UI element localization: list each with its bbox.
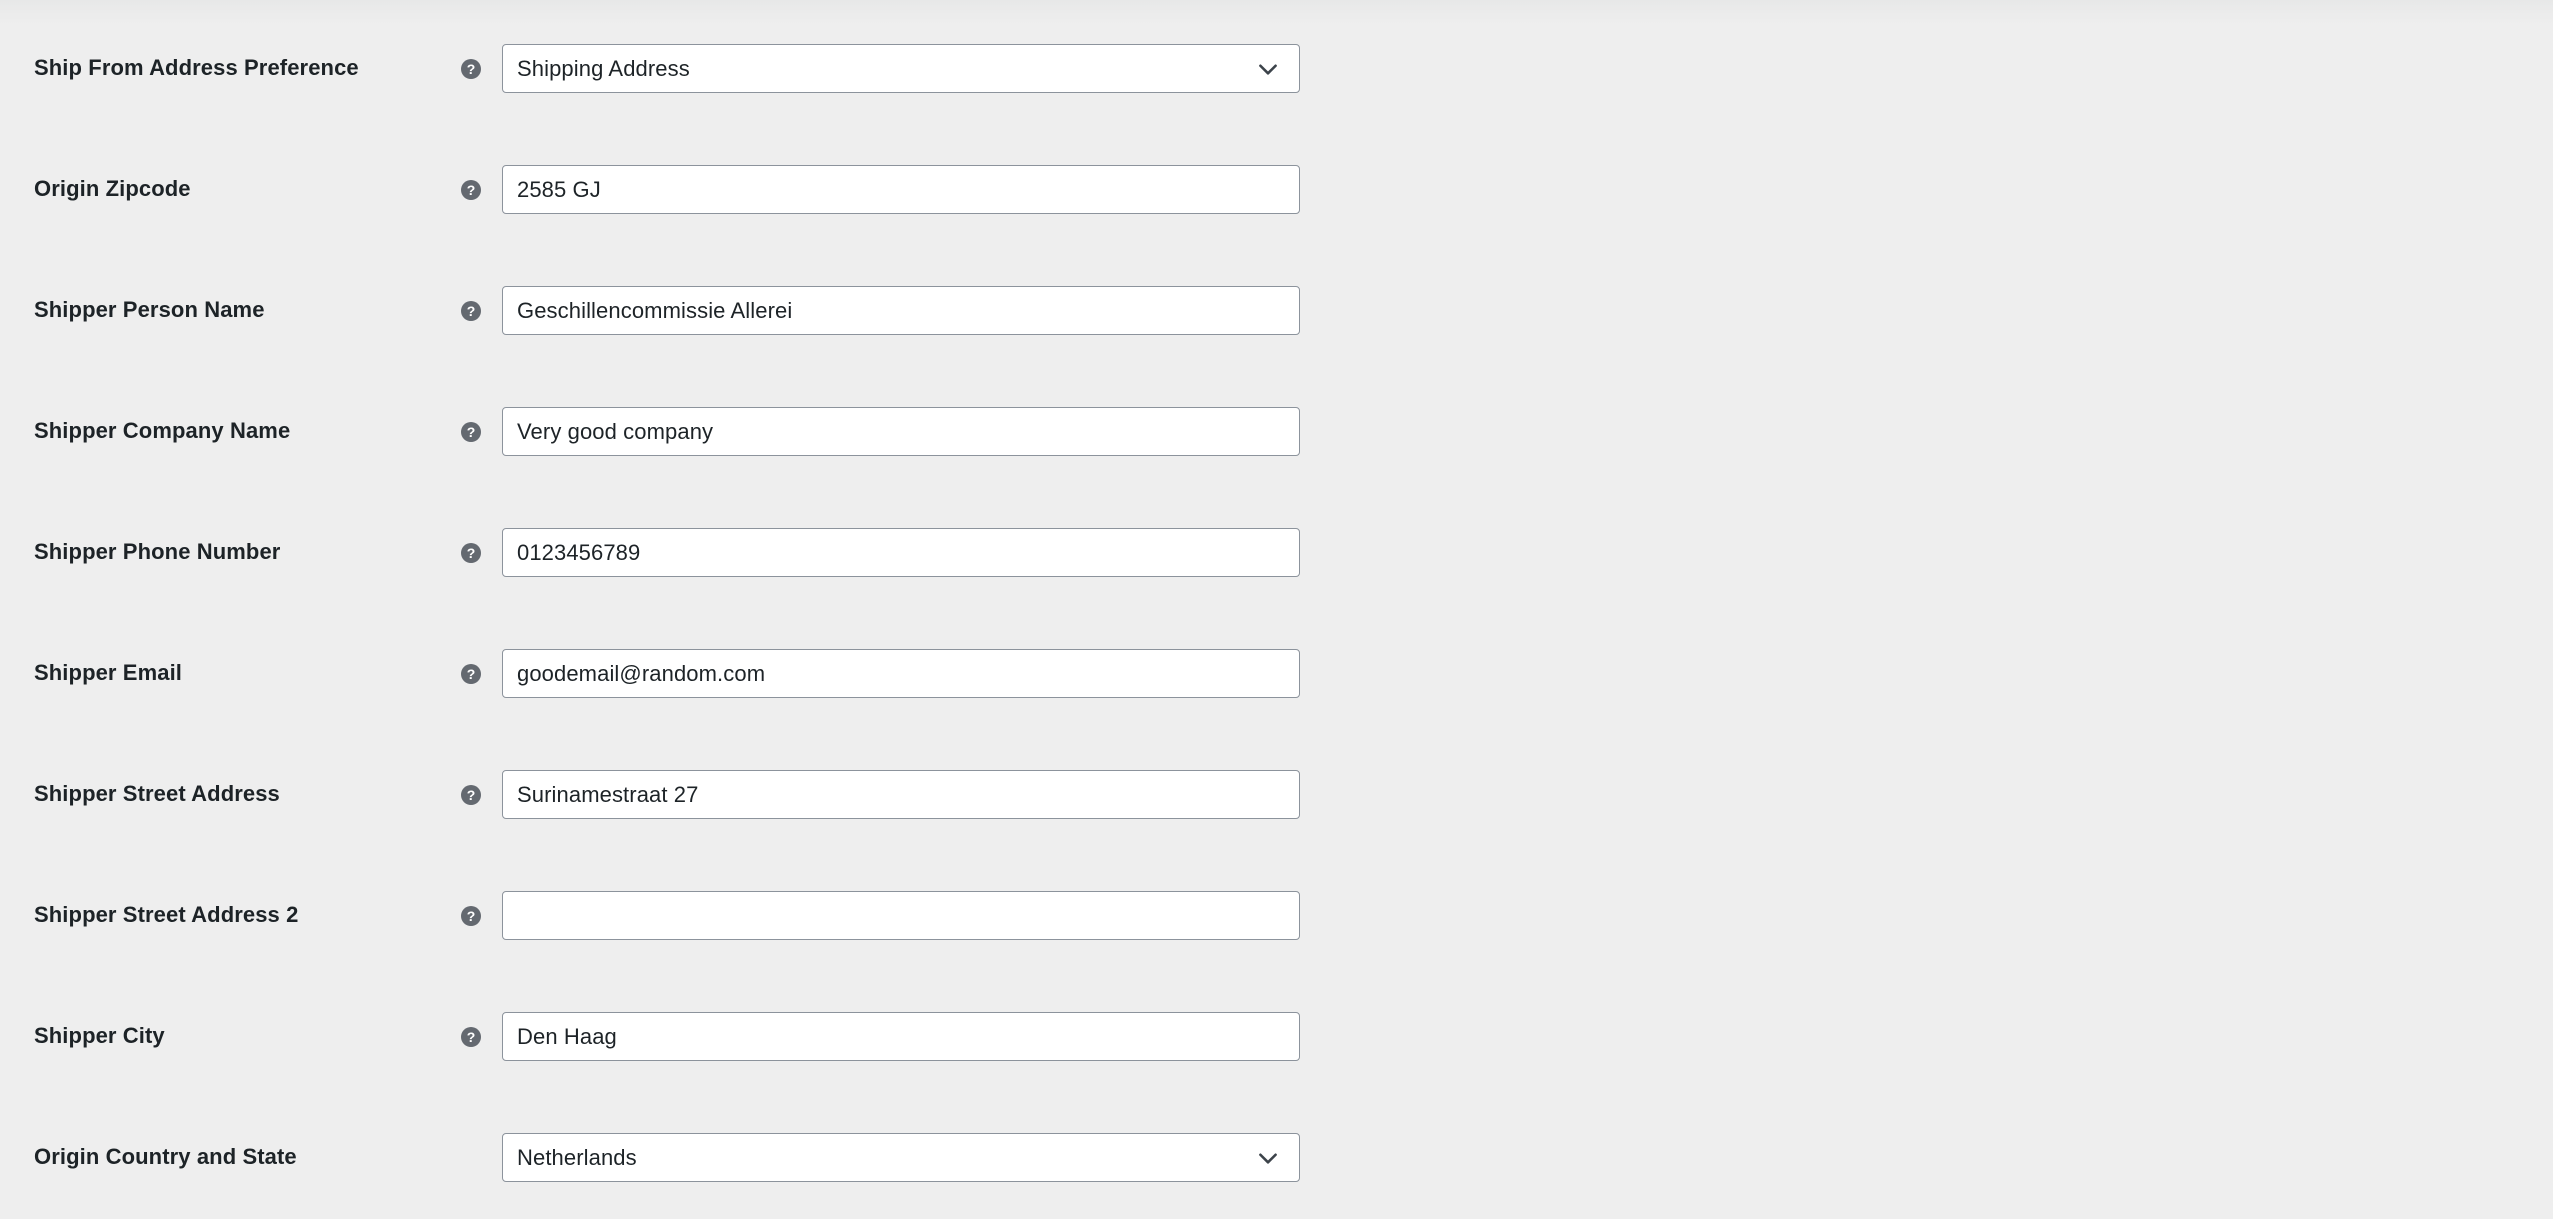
form-row-ship-from-address-preference: Ship From Address Preference? Shipping Ad… [0, 44, 1400, 93]
input-shipper-city[interactable]: Den Haag [502, 1012, 1300, 1061]
help-icon-shipper-phone-number[interactable]: ? [461, 542, 481, 563]
input-shipper-email[interactable]: goodemail@random.com [502, 649, 1300, 698]
select-origin-country-and-state[interactable]: Netherlands [502, 1133, 1300, 1182]
help-icon-origin-zipcode[interactable]: ? [461, 179, 481, 200]
label-shipper-company-name: Shipper Company Name [34, 418, 291, 444]
form-row-shipper-person-name: Shipper Person Name? Geschillencommissie … [0, 286, 1400, 335]
help-icon-shipper-street-address[interactable]: ? [461, 784, 481, 805]
chevron-down-icon [1259, 63, 1277, 75]
input-shipper-company-name[interactable]: Very good company [502, 407, 1300, 456]
help-icon-shipper-street-address-2[interactable]: ? [461, 905, 481, 926]
label-shipper-person-name: Shipper Person Name [34, 297, 265, 323]
label-shipper-street-address: Shipper Street Address [34, 781, 280, 807]
help-icon-shipper-person-name[interactable]: ? [461, 300, 481, 321]
value-origin-zipcode: 2585 GJ [517, 176, 601, 202]
label-origin-country-and-state: Origin Country and State [34, 1144, 297, 1170]
label-shipper-city: Shipper City [34, 1023, 165, 1049]
value-shipper-person-name: Geschillencommissie Allerei [517, 297, 793, 323]
input-origin-zipcode[interactable]: 2585 GJ [502, 165, 1300, 214]
help-icon-ship-from-address-preference[interactable]: ? [461, 58, 481, 79]
form-row-origin-country-and-state: Origin Country and State Netherlands [0, 1133, 1400, 1182]
form-row-shipper-street-address: Shipper Street Address? Surinamestraat 27 [0, 770, 1400, 819]
form-row-shipper-phone-number: Shipper Phone Number? 0123456789 [0, 528, 1400, 577]
form-row-origin-zipcode: Origin Zipcode? 2585 GJ [0, 165, 1400, 214]
help-icon-shipper-company-name[interactable]: ? [461, 421, 481, 442]
value-shipper-city: Den Haag [517, 1023, 617, 1049]
value-ship-from-address-preference: Shipping Address [517, 55, 690, 81]
select-ship-from-address-preference[interactable]: Shipping Address [502, 44, 1300, 93]
value-shipper-email: goodemail@random.com [517, 660, 766, 686]
label-shipper-phone-number: Shipper Phone Number [34, 539, 281, 565]
input-shipper-street-address-2[interactable] [502, 891, 1300, 940]
form-row-shipper-email: Shipper Email? goodemail@random.com [0, 649, 1400, 698]
input-shipper-phone-number[interactable]: 0123456789 [502, 528, 1300, 577]
label-shipper-email: Shipper Email [34, 660, 183, 686]
form-row-shipper-company-name: Shipper Company Name? Very good company [0, 407, 1400, 456]
label-ship-from-address-preference: Ship From Address Preference [34, 55, 359, 81]
chevron-down-icon [1259, 1152, 1277, 1164]
help-icon-shipper-city[interactable]: ? [461, 1026, 481, 1047]
help-icon-shipper-email[interactable]: ? [461, 663, 481, 684]
form-row-shipper-city: Shipper City? Den Haag [0, 1012, 1400, 1061]
input-shipper-street-address[interactable]: Surinamestraat 27 [502, 770, 1300, 819]
label-origin-zipcode: Origin Zipcode [34, 176, 191, 202]
shipping-settings-form: Ship From Address Preference? Shipping Ad… [0, 0, 2553, 1219]
form-row-shipper-street-address-2: Shipper Street Address 2? [0, 891, 1400, 940]
value-shipper-street-address: Surinamestraat 27 [517, 781, 699, 807]
label-shipper-street-address-2: Shipper Street Address 2 [34, 902, 299, 928]
value-shipper-phone-number: 0123456789 [517, 539, 641, 565]
value-shipper-company-name: Very good company [517, 418, 714, 444]
input-shipper-person-name[interactable]: Geschillencommissie Allerei [502, 286, 1300, 335]
value-origin-country-and-state: Netherlands [517, 1144, 637, 1170]
